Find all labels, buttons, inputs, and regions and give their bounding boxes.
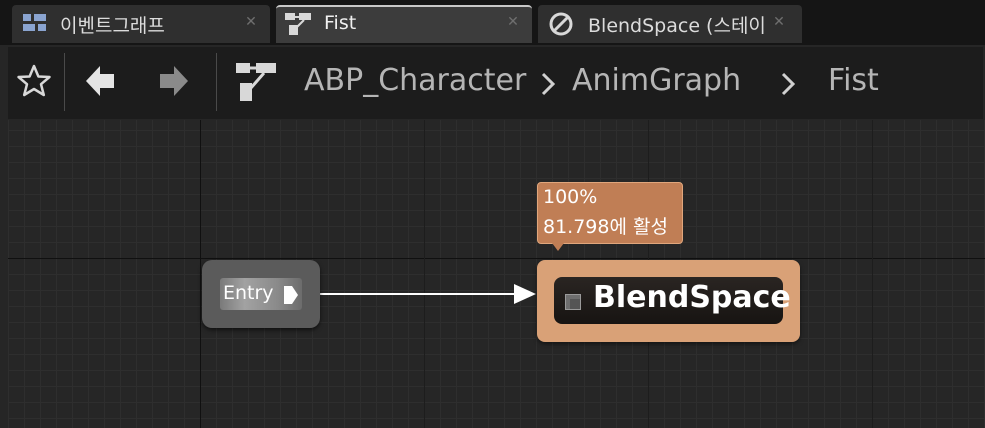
state-node-body: BlendSpace	[554, 277, 791, 324]
forward-button[interactable]	[154, 61, 198, 105]
chevron-right-icon	[538, 71, 558, 101]
tab-blendspace[interactable]: BlendSpace (스테이 ✕	[538, 5, 802, 43]
tab-label: BlendSpace (스테이	[588, 15, 764, 37]
star-icon	[14, 64, 54, 105]
forward-arrow-icon	[154, 66, 194, 105]
chevron-right-icon	[778, 71, 798, 101]
state-weight-tooltip: 100% 81.798에 활성	[537, 182, 683, 251]
blendspace-icon	[548, 11, 574, 41]
breadcrumb-item[interactable]: AnimGraph	[572, 63, 741, 98]
entry-node-label: Entry	[223, 282, 274, 304]
favorite-button[interactable]	[14, 61, 58, 105]
back-arrow-icon	[80, 66, 120, 105]
close-icon[interactable]: ✕	[244, 15, 258, 29]
graph-toolbar: ABP_Character AnimGraph Fist	[8, 47, 983, 119]
tab-bar: 이벤트그래프 ✕ Fist ✕ BlendSpace (스테이 ✕	[0, 0, 985, 45]
close-icon[interactable]: ✕	[506, 15, 520, 29]
state-machine-icon	[234, 61, 280, 109]
exec-pin-icon[interactable]	[282, 284, 300, 310]
state-node-label: BlendSpace	[593, 280, 791, 315]
toolbar-divider	[64, 53, 65, 111]
tooltip-active-time: 81.798에 활성	[543, 216, 668, 238]
breadcrumb-item[interactable]: ABP_Character	[304, 63, 526, 98]
tooltip-weight: 100%	[543, 186, 598, 208]
entry-node[interactable]: Entry	[202, 260, 320, 328]
breadcrumb-item[interactable]: Fist	[828, 63, 879, 98]
toolbar-divider	[216, 53, 217, 111]
entry-node-header: Entry	[220, 278, 302, 310]
state-machine-icon	[284, 12, 314, 42]
tab-label: 이벤트그래프	[60, 15, 165, 37]
tab-label: Fist	[324, 12, 357, 34]
back-button[interactable]	[80, 61, 124, 105]
tab-fist[interactable]: Fist ✕	[276, 5, 532, 43]
event-graph-icon	[22, 12, 50, 38]
graph-canvas[interactable]: Entry 100% 81.798에 활성 BlendSpace	[8, 120, 985, 428]
tab-event-graph[interactable]: 이벤트그래프 ✕	[12, 5, 270, 43]
transition-arrow[interactable]	[8, 120, 985, 428]
close-icon[interactable]: ✕	[772, 15, 786, 29]
state-icon	[565, 294, 581, 310]
blendspace-state-node[interactable]: BlendSpace	[537, 260, 800, 342]
